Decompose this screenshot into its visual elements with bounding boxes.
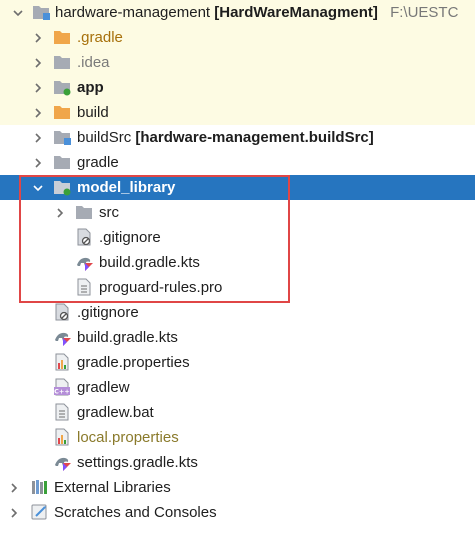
- module-folder-icon: [53, 178, 71, 196]
- gitignore-label: .gitignore: [77, 304, 139, 321]
- ignore-file-icon: [75, 228, 93, 246]
- model-library-label: model_library: [77, 179, 176, 196]
- external-libraries-label: External Libraries: [54, 479, 171, 496]
- tree-row-build[interactable]: build: [0, 100, 475, 125]
- scratches-label: Scratches and Consoles: [54, 504, 217, 521]
- properties-icon: [53, 353, 71, 371]
- tree-row-build-gradle[interactable]: build.gradle.kts: [0, 325, 475, 350]
- library-icon: [31, 478, 49, 496]
- chevron-right-icon[interactable]: [30, 75, 46, 100]
- tree-row-local-properties[interactable]: local.properties: [0, 425, 475, 450]
- gradle-properties-label: gradle.properties: [77, 354, 190, 371]
- tree-row-gradle-properties[interactable]: gradle.properties: [0, 350, 475, 375]
- folder-icon: [75, 203, 93, 221]
- tree-row-external-libraries[interactable]: External Libraries: [0, 475, 475, 500]
- app-label: app: [77, 79, 104, 96]
- cpp-file-icon: C++: [53, 378, 71, 396]
- model-build-gradle-label: build.gradle.kts: [99, 254, 200, 271]
- chevron-right-icon[interactable]: [6, 475, 22, 500]
- root-name: hardware-management: [55, 4, 211, 21]
- tree-row-model-build-gradle[interactable]: build.gradle.kts: [0, 250, 475, 275]
- buildsrc-module: [hardware-management.buildSrc]: [135, 129, 374, 146]
- build-label: build: [77, 104, 109, 121]
- gradle-kts-icon: [53, 453, 71, 471]
- excluded-folder-icon: [53, 103, 71, 121]
- chevron-right-icon[interactable]: [52, 200, 68, 225]
- module-folder-icon: [53, 78, 71, 96]
- tree-row-proguard[interactable]: proguard-rules.pro: [0, 275, 475, 300]
- properties-icon: [53, 428, 71, 446]
- chevron-right-icon[interactable]: [6, 500, 22, 525]
- gradle-label: gradle: [77, 154, 119, 171]
- tree-row-model-gitignore[interactable]: .gitignore: [0, 225, 475, 250]
- local-properties-label: local.properties: [77, 429, 179, 446]
- gradle-kts-icon: [53, 328, 71, 346]
- tree-row-root[interactable]: hardware-management [HardWareManagment] …: [0, 0, 475, 25]
- chevron-down-icon[interactable]: [30, 175, 46, 200]
- src-label: src: [99, 204, 119, 221]
- tree-row-scratches[interactable]: Scratches and Consoles: [0, 500, 475, 525]
- chevron-right-icon[interactable]: [30, 100, 46, 125]
- tree-row-gradlew-bat[interactable]: gradlew.bat: [0, 400, 475, 425]
- root-module: [HardWareManagment]: [214, 4, 378, 21]
- svg-text:C++: C++: [54, 388, 70, 396]
- gradlew-bat-label: gradlew.bat: [77, 404, 154, 421]
- tree-row-gradlew[interactable]: C++ gradlew: [0, 375, 475, 400]
- chevron-right-icon[interactable]: [30, 125, 46, 150]
- buildsrc-name: buildSrc: [77, 129, 132, 146]
- tree-row-gradle-dir[interactable]: .gradle: [0, 25, 475, 50]
- idea-label: .idea: [77, 54, 110, 71]
- scratch-icon: [31, 503, 49, 521]
- chevron-right-icon[interactable]: [30, 150, 46, 175]
- chevron-right-icon[interactable]: [30, 25, 46, 50]
- build-gradle-label: build.gradle.kts: [77, 329, 178, 346]
- tree-row-gitignore[interactable]: .gitignore: [0, 300, 475, 325]
- module-folder-icon: [53, 128, 71, 146]
- tree-row-model-library[interactable]: model_library: [0, 175, 475, 200]
- text-file-icon: [75, 278, 93, 296]
- excluded-folder-icon: [53, 28, 71, 46]
- ignore-file-icon: [53, 303, 71, 321]
- tree-row-app[interactable]: app: [0, 75, 475, 100]
- proguard-label: proguard-rules.pro: [99, 279, 223, 296]
- tree-row-src[interactable]: src: [0, 200, 475, 225]
- chevron-down-icon[interactable]: [10, 0, 26, 25]
- gradle-dir-label: .gradle: [77, 29, 123, 46]
- settings-gradle-label: settings.gradle.kts: [77, 454, 198, 471]
- tree-row-buildsrc[interactable]: buildSrc [hardware-management.buildSrc]: [0, 125, 475, 150]
- text-file-icon: [53, 403, 71, 421]
- folder-icon: [53, 53, 71, 71]
- tree-row-gradle[interactable]: gradle: [0, 150, 475, 175]
- folder-icon: [53, 153, 71, 171]
- gradlew-label: gradlew: [77, 379, 130, 396]
- model-gitignore-label: .gitignore: [99, 229, 161, 246]
- tree-row-idea[interactable]: .idea: [0, 50, 475, 75]
- gradle-kts-icon: [75, 253, 93, 271]
- tree-row-settings-gradle[interactable]: settings.gradle.kts: [0, 450, 475, 475]
- chevron-right-icon[interactable]: [30, 50, 46, 75]
- root-path: F:\UESTC: [390, 4, 459, 21]
- module-folder-icon: [32, 3, 50, 21]
